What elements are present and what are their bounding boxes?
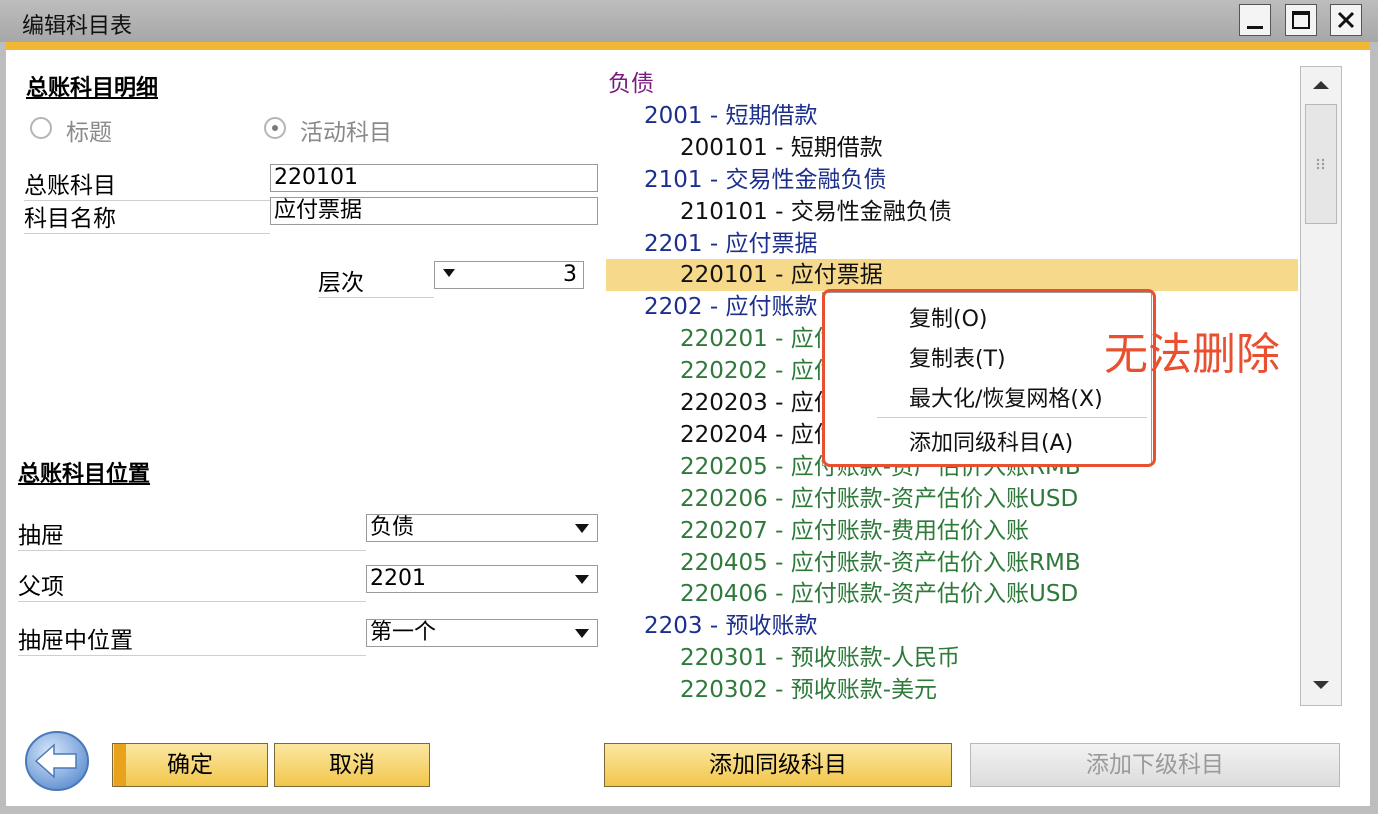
tree-row-label: 220302 - 预收账款-美元 xyxy=(680,677,938,704)
ok-button[interactable]: 确定 xyxy=(112,743,268,787)
level-value: 3 xyxy=(563,262,577,287)
maximize-button[interactable] xyxy=(1285,4,1317,36)
tree-row-label: 220405 - 应付账款-资产估价入账RMB xyxy=(680,549,1081,576)
add-sibling-button[interactable]: 添加同级科目 xyxy=(604,743,952,787)
tree-row-label: 220202 - 应付 xyxy=(680,358,837,385)
chevron-down-icon xyxy=(575,524,589,533)
back-arrow-icon[interactable] xyxy=(24,730,90,792)
tree-row-label: 2101 - 交易性金融负债 xyxy=(644,166,887,193)
drawer-value: 负债 xyxy=(370,515,415,540)
tree-row-label: 2001 - 短期借款 xyxy=(644,102,818,129)
tree-row-label: 220406 - 应付账款-资产估价入账USD xyxy=(680,581,1079,608)
tree-row[interactable]: 2201 - 应付票据 xyxy=(606,228,1298,260)
minimize-button[interactable] xyxy=(1239,4,1271,36)
chevron-down-icon xyxy=(575,575,589,584)
tree-row[interactable]: 220301 - 预收账款-人民币 xyxy=(606,642,1298,674)
tree-row-label: 2202 - 应付账款 xyxy=(644,294,818,321)
close-button[interactable] xyxy=(1330,4,1362,36)
chevron-down-icon xyxy=(575,629,589,638)
radio-active-account[interactable] xyxy=(264,117,286,139)
parent-value: 2201 xyxy=(370,566,426,591)
window-frame-bottom xyxy=(0,806,1378,814)
level-label: 层次 xyxy=(318,263,434,298)
position-section-title: 总账科目位置 xyxy=(18,462,151,487)
tree-row-label: 220301 - 预收账款-人民币 xyxy=(680,645,961,672)
tree-row[interactable]: 负债 xyxy=(606,68,1298,100)
add-child-button[interactable]: 添加下级科目 xyxy=(970,743,1340,787)
radio-active-label: 活动科目 xyxy=(300,120,392,146)
cancel-button[interactable]: 取消 xyxy=(274,743,430,787)
window-frame-right xyxy=(1370,42,1378,814)
tree-row-label: 220206 - 应付账款-资产估价入账USD xyxy=(680,485,1079,512)
chevron-down-icon xyxy=(443,269,455,277)
tree-row-label: 2203 - 预收账款 xyxy=(644,613,818,640)
minimize-icon xyxy=(1247,26,1263,29)
tree-row[interactable]: 2001 - 短期借款 xyxy=(606,100,1298,132)
scroll-up-icon[interactable] xyxy=(1311,79,1331,91)
radio-title-label: 标题 xyxy=(66,120,112,146)
account-name-field[interactable]: 应付票据 xyxy=(270,197,598,225)
maximize-icon xyxy=(1292,11,1310,29)
account-label: 总账科目 xyxy=(24,166,270,201)
window-title: 编辑科目表 xyxy=(22,14,133,39)
tree-row-label: 200101 - 短期借款 xyxy=(680,134,883,161)
account-field[interactable]: 220101 xyxy=(270,164,598,192)
tree-row[interactable]: 220406 - 应付账款-资产估价入账USD xyxy=(606,578,1298,610)
title-bar: 编辑科目表 xyxy=(0,0,1378,42)
tree-row[interactable]: 2101 - 交易性金融负债 xyxy=(606,164,1298,196)
drawer-label: 抽屉 xyxy=(18,516,366,551)
tree-row[interactable]: 2203 - 预收账款 xyxy=(606,610,1298,642)
parent-label: 父项 xyxy=(18,567,366,602)
grip-icon xyxy=(1316,158,1325,170)
tree-row[interactable]: 220302 - 预收账款-美元 xyxy=(606,674,1298,706)
name-label: 科目名称 xyxy=(24,199,270,234)
tree-row-label: 220101 - 应付票据 xyxy=(680,262,883,289)
tree-row[interactable]: 220206 - 应付账款-资产估价入账USD xyxy=(606,483,1298,515)
detail-section-title: 总账科目明细 xyxy=(26,76,159,101)
scrollbar-thumb[interactable] xyxy=(1305,104,1337,224)
tree-row-label: 210101 - 交易性金融负债 xyxy=(680,198,952,225)
tree-row-label: 220204 - 应付 xyxy=(680,421,837,448)
close-icon xyxy=(1337,11,1355,29)
drawer-position-value: 第一个 xyxy=(370,620,437,645)
drawer-position-select[interactable]: 第一个 xyxy=(366,619,598,647)
drawer-position-label: 抽屉中位置 xyxy=(18,621,366,656)
tree-row-label: 220201 - 应付 xyxy=(680,326,837,353)
tree-row[interactable]: 210101 - 交易性金融负债 xyxy=(606,196,1298,228)
tree-row[interactable]: 220207 - 应付账款-费用估价入账 xyxy=(606,515,1298,547)
scroll-down-icon[interactable] xyxy=(1311,679,1331,691)
tree-row[interactable]: 200101 - 短期借款 xyxy=(606,132,1298,164)
annotation-text: 无法删除 xyxy=(1104,329,1280,380)
tree-row[interactable]: 220101 - 应付票据 xyxy=(606,259,1298,292)
radio-title[interactable] xyxy=(30,117,52,139)
tree-row-label: 2201 - 应付票据 xyxy=(644,230,818,257)
tree-row-label: 220203 - 应付 xyxy=(680,390,837,416)
tree-row[interactable]: 220405 - 应付账款-资产估价入账RMB xyxy=(606,547,1298,579)
parent-select[interactable]: 2201 xyxy=(366,565,598,593)
level-spinner[interactable]: 3 xyxy=(434,261,584,289)
window-frame-left xyxy=(0,42,6,814)
tree-row-label: 负债 xyxy=(608,71,654,97)
ok-button-accent xyxy=(114,744,126,786)
drawer-select[interactable]: 负债 xyxy=(366,514,598,542)
tree-row-label: 220207 - 应付账款-费用估价入账 xyxy=(680,517,1030,544)
title-accent-bar xyxy=(0,42,1378,50)
